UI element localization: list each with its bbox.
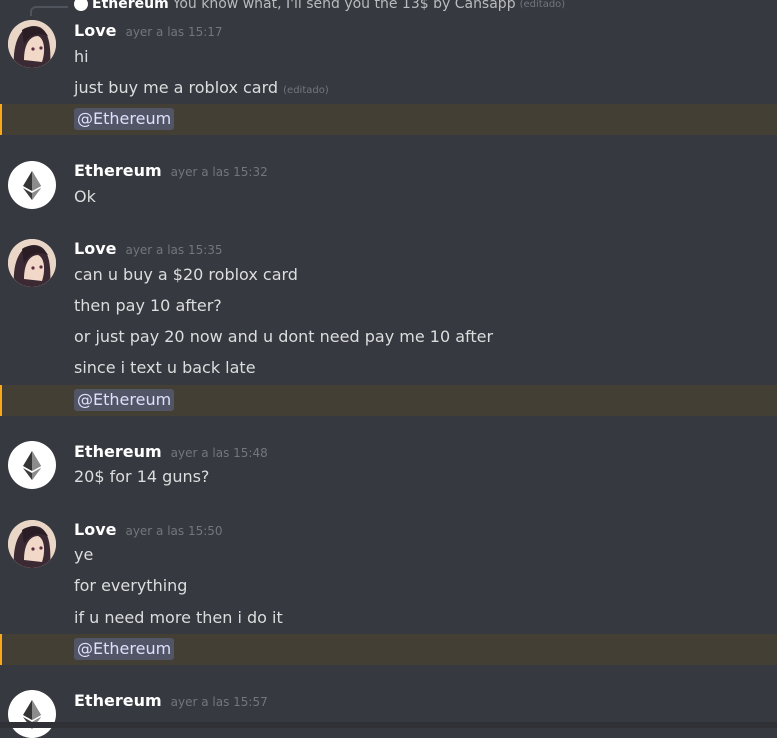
message-header: Ethereum ayer a las 15:48 xyxy=(74,442,268,461)
bottom-divider xyxy=(0,722,777,728)
message-header: Love ayer a las 15:50 xyxy=(74,520,223,539)
ethereum-avatar-icon xyxy=(74,0,88,11)
message-header: Love ayer a las 15:35 xyxy=(74,239,223,258)
edited-label: (editado) xyxy=(283,85,329,96)
user-mention[interactable]: @Ethereum xyxy=(74,108,175,130)
mention-highlight-row: @Ethereum xyxy=(0,385,777,416)
user-mention[interactable]: @Ethereum xyxy=(74,389,175,411)
ethereum-logo-icon xyxy=(23,700,41,729)
message-header: Ethereum ayer a las 15:57 xyxy=(74,691,268,710)
message-line: if u need more then i do it xyxy=(74,608,283,627)
mention-highlight-row: @Ethereum xyxy=(0,634,777,665)
timestamp[interactable]: ayer a las 15:48 xyxy=(171,446,268,460)
reply-spine xyxy=(30,6,68,16)
anime-girl-avatar-icon xyxy=(8,239,56,287)
ethereum-avatar[interactable] xyxy=(8,441,56,489)
message-line: then pay 10 after? xyxy=(74,296,222,315)
message-line: Ok xyxy=(74,187,96,206)
reply-reference[interactable]: Ethereum You know what, I'll send you th… xyxy=(74,0,565,12)
message-line: or just pay 20 now and u dont need pay m… xyxy=(74,327,494,346)
user-mention[interactable]: @Ethereum xyxy=(74,638,175,660)
reply-author[interactable]: Ethereum xyxy=(92,0,169,12)
message-text: just buy me a roblox card xyxy=(74,78,279,97)
anime-girl-avatar-icon xyxy=(8,520,56,568)
author-name[interactable]: Love xyxy=(74,239,116,258)
anime-girl-avatar-icon xyxy=(8,20,56,68)
author-name[interactable]: Love xyxy=(74,21,116,40)
author-name[interactable]: Ethereum xyxy=(74,161,162,180)
author-name[interactable]: Love xyxy=(74,520,116,539)
message-header: Ethereum ayer a las 15:32 xyxy=(74,161,268,180)
ethereum-avatar[interactable] xyxy=(8,690,56,738)
message-line: since i text u back late xyxy=(74,358,256,377)
message-line-edited: just buy me a roblox card (editado) xyxy=(74,78,329,97)
message-line: 20$ for 14 guns? xyxy=(74,467,210,486)
message-header: Love ayer a las 15:17 xyxy=(74,21,223,40)
ethereum-avatar[interactable] xyxy=(8,161,56,209)
love-avatar[interactable] xyxy=(8,520,56,568)
message-line: ye xyxy=(74,545,94,564)
timestamp[interactable]: ayer a las 15:35 xyxy=(125,243,222,257)
love-avatar[interactable] xyxy=(8,20,56,68)
timestamp[interactable]: ayer a las 15:17 xyxy=(125,25,222,39)
ethereum-logo-icon xyxy=(23,171,41,200)
message-line: for everything xyxy=(74,576,188,595)
mention-highlight-row: @Ethereum xyxy=(0,104,777,135)
message-line: hi xyxy=(74,47,89,66)
reply-text: You know what, I'll send you the 13$ by … xyxy=(172,0,516,12)
love-avatar[interactable] xyxy=(8,239,56,287)
timestamp[interactable]: ayer a las 15:32 xyxy=(171,165,268,179)
ethereum-logo-icon xyxy=(23,451,41,480)
author-name[interactable]: Ethereum xyxy=(74,442,162,461)
timestamp[interactable]: ayer a las 15:50 xyxy=(125,524,222,538)
message-line: can u buy a $20 roblox card xyxy=(74,265,298,284)
author-name[interactable]: Ethereum xyxy=(74,691,162,710)
timestamp[interactable]: ayer a las 15:57 xyxy=(171,695,268,709)
reply-edited-label: (editado) xyxy=(519,0,566,10)
